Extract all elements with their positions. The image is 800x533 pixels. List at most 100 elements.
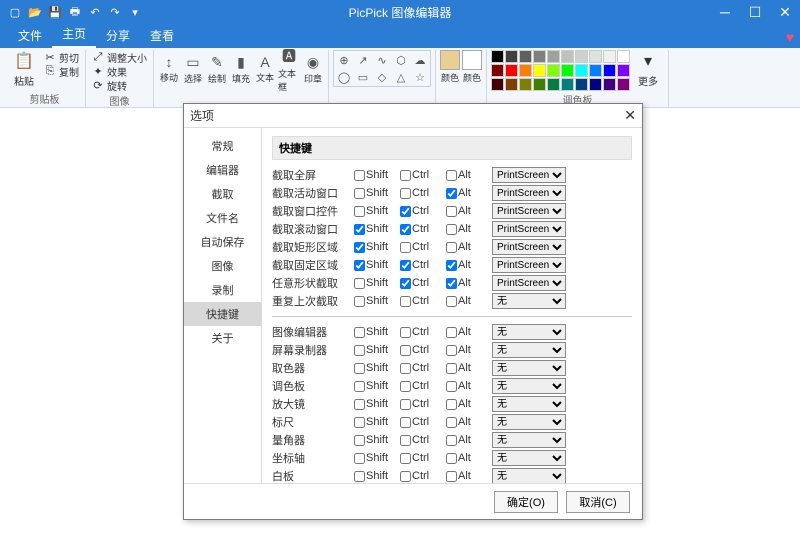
swatch[interactable]	[617, 50, 630, 63]
swatch[interactable]	[603, 50, 616, 63]
key-select[interactable]: 无	[492, 324, 566, 340]
tab-file[interactable]: 文件	[8, 23, 52, 48]
swatch[interactable]	[617, 64, 630, 77]
sidebar-item[interactable]: 录制	[184, 278, 261, 302]
select-tool[interactable]: ▭选择	[182, 50, 204, 88]
mod-checkbox[interactable]: Ctrl	[400, 187, 442, 199]
sidebar-item[interactable]: 常规	[184, 134, 261, 158]
key-select[interactable]: PrintScreen	[492, 221, 566, 237]
swatch[interactable]	[561, 50, 574, 63]
draw-tool[interactable]: ✎绘制	[206, 50, 228, 88]
sidebar-item[interactable]: 图像	[184, 254, 261, 278]
key-select[interactable]: PrintScreen	[492, 257, 566, 273]
ok-button[interactable]: 确定(O)	[494, 491, 558, 513]
swatch[interactable]	[547, 64, 560, 77]
key-select[interactable]: PrintScreen	[492, 185, 566, 201]
mod-checkbox[interactable]: Ctrl	[400, 380, 442, 392]
key-select[interactable]: 无	[492, 450, 566, 466]
swatch[interactable]	[589, 64, 602, 77]
swatch[interactable]	[561, 78, 574, 91]
cut-button[interactable]: ✂剪切	[42, 50, 81, 64]
maximize-button[interactable]: ☐	[740, 0, 770, 24]
mod-checkbox[interactable]: Alt	[446, 470, 488, 482]
key-select[interactable]: 无	[492, 360, 566, 376]
key-select[interactable]: 无	[492, 432, 566, 448]
key-select[interactable]: PrintScreen	[492, 275, 566, 291]
mod-checkbox[interactable]: Alt	[446, 187, 488, 199]
swatch[interactable]	[505, 50, 518, 63]
undo-icon[interactable]: ↶	[86, 3, 104, 21]
mod-checkbox[interactable]: Shift	[354, 205, 396, 217]
key-select[interactable]: PrintScreen	[492, 167, 566, 183]
redo-icon[interactable]: ↷	[106, 3, 124, 21]
mod-checkbox[interactable]: Shift	[354, 259, 396, 271]
swatch[interactable]	[603, 78, 616, 91]
swatch[interactable]	[547, 78, 560, 91]
mod-checkbox[interactable]: Shift	[354, 295, 396, 307]
swatch[interactable]	[519, 78, 532, 91]
text-tool[interactable]: A文本	[254, 50, 276, 88]
minimize-button[interactable]: ─	[710, 0, 740, 24]
mod-checkbox[interactable]: Alt	[446, 344, 488, 356]
mod-checkbox[interactable]: Alt	[446, 380, 488, 392]
mod-checkbox[interactable]: Shift	[354, 277, 396, 289]
swatch[interactable]	[589, 50, 602, 63]
sidebar-item[interactable]: 文件名	[184, 206, 261, 230]
textbox-tool[interactable]: 🅰文本框	[278, 50, 300, 88]
fill-tool[interactable]: ▮填充	[230, 50, 252, 88]
mod-checkbox[interactable]: Shift	[354, 344, 396, 356]
swatch[interactable]	[575, 50, 588, 63]
mod-checkbox[interactable]: Shift	[354, 470, 396, 482]
close-button[interactable]: ✕	[770, 0, 800, 24]
paste-button[interactable]: 📋粘贴	[8, 50, 40, 88]
mod-checkbox[interactable]: Shift	[354, 169, 396, 181]
swatch[interactable]	[533, 64, 546, 77]
more-colors-button[interactable]: ▾更多	[632, 50, 664, 88]
sidebar-item[interactable]: 关于	[184, 326, 261, 350]
mod-checkbox[interactable]: Shift	[354, 187, 396, 199]
key-select[interactable]: 无	[492, 378, 566, 394]
bg-color[interactable]: 颜色	[462, 50, 482, 84]
swatch[interactable]	[505, 78, 518, 91]
swatch[interactable]	[561, 64, 574, 77]
mod-checkbox[interactable]: Ctrl	[400, 470, 442, 482]
print-icon[interactable]: 🖶	[66, 3, 84, 21]
save-icon[interactable]: 💾	[46, 3, 64, 21]
mod-checkbox[interactable]: Ctrl	[400, 169, 442, 181]
open-icon[interactable]: 📂	[26, 3, 44, 21]
swatch[interactable]	[519, 50, 532, 63]
swatch[interactable]	[603, 64, 616, 77]
mod-checkbox[interactable]: Alt	[446, 259, 488, 271]
mod-checkbox[interactable]: Ctrl	[400, 241, 442, 253]
swatch[interactable]	[575, 78, 588, 91]
qat-more-icon[interactable]: ▾	[126, 3, 144, 21]
swatch[interactable]	[491, 50, 504, 63]
mod-checkbox[interactable]: Ctrl	[400, 277, 442, 289]
swatch[interactable]	[533, 50, 546, 63]
effects-button[interactable]: ✦效果	[90, 64, 149, 78]
tab-share[interactable]: 分享	[96, 23, 140, 48]
fg-color[interactable]: 颜色	[440, 50, 460, 84]
mod-checkbox[interactable]: Ctrl	[400, 452, 442, 464]
resize-button[interactable]: ⤢调整大小	[90, 50, 149, 64]
mod-checkbox[interactable]: Alt	[446, 326, 488, 338]
shapes-gallery[interactable]: ⊕↗∿⬡☁ ◯▭◇△☆	[333, 50, 431, 87]
dialog-close-icon[interactable]: ✕	[624, 107, 636, 124]
swatch[interactable]	[491, 64, 504, 77]
mod-checkbox[interactable]: Ctrl	[400, 398, 442, 410]
mod-checkbox[interactable]: Alt	[446, 205, 488, 217]
sidebar-item[interactable]: 编辑器	[184, 158, 261, 182]
key-select[interactable]: 无	[492, 414, 566, 430]
mod-checkbox[interactable]: Alt	[446, 362, 488, 374]
mod-checkbox[interactable]: Alt	[446, 169, 488, 181]
mod-checkbox[interactable]: Shift	[354, 380, 396, 392]
swatch[interactable]	[547, 50, 560, 63]
color-swatches[interactable]	[491, 50, 630, 91]
mod-checkbox[interactable]: Ctrl	[400, 205, 442, 217]
swatch[interactable]	[505, 64, 518, 77]
sidebar-item[interactable]: 截取	[184, 182, 261, 206]
mod-checkbox[interactable]: Alt	[446, 434, 488, 446]
mod-checkbox[interactable]: Alt	[446, 416, 488, 428]
sidebar-item[interactable]: 快捷键	[184, 302, 261, 326]
new-icon[interactable]: ▢	[6, 3, 24, 21]
